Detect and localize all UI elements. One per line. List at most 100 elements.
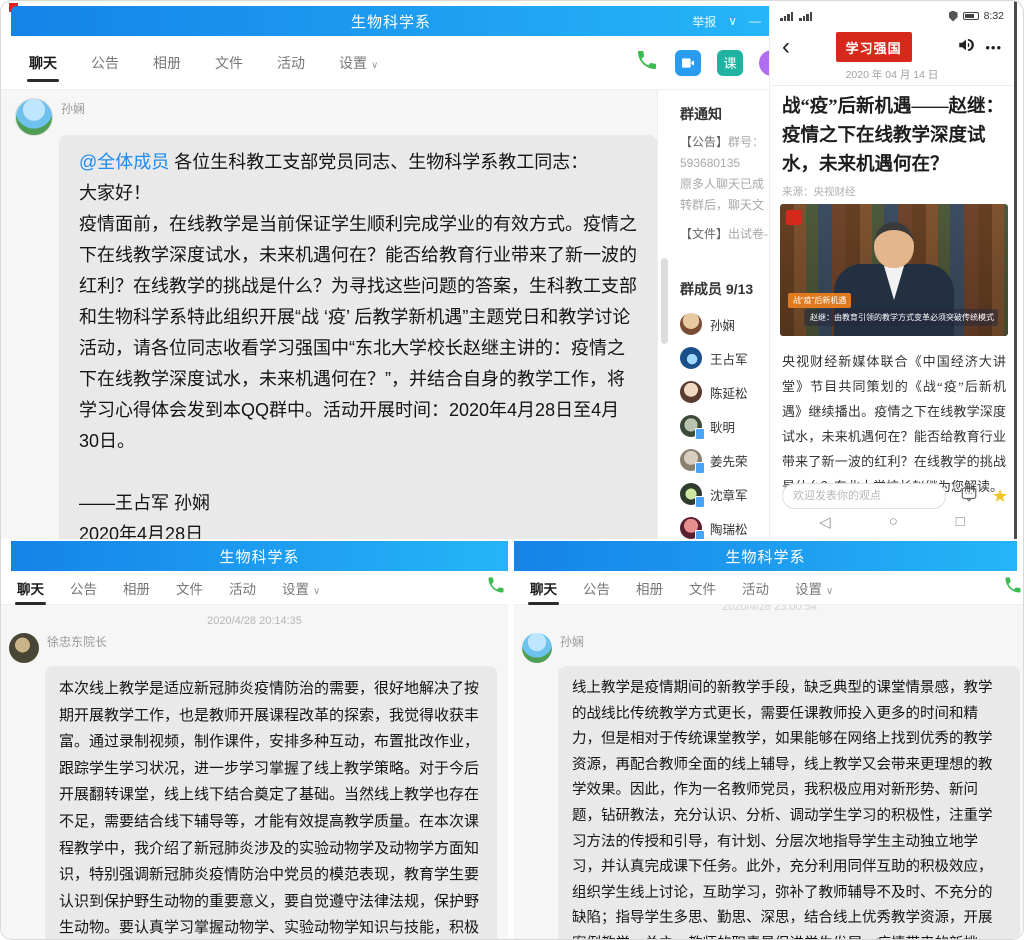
avatar [680,347,702,369]
tab-album[interactable]: 相册 [121,572,152,604]
article-source: 来源：央视财经 [782,184,856,199]
mention-link[interactable]: @全体成员 [79,152,169,172]
avatar [680,483,702,505]
tab-chat[interactable]: 聊天 [15,572,46,604]
member-row[interactable]: 陈延松 [680,375,771,409]
tab-settings[interactable]: 设置∨ [337,45,380,81]
qq-group-window-right: 生物科学系 聊天 公告 相册 文件 活动 设置∨ 2020/4/28 23:00… [514,539,1024,940]
xuexi-app-screenshot: 8:32 ‹ 学习强国 ••• 2020 年 04 月 14 日 战“疫”后新机… [769,1,1017,539]
tab-announcement[interactable]: 公告 [89,45,121,81]
blank-line [79,457,637,488]
program-logo [786,210,801,225]
tab-album[interactable]: 相册 [634,572,665,604]
tab-files[interactable]: 文件 [213,45,245,81]
xuexi-logo: 学习强国 [836,32,912,62]
tab-activity[interactable]: 活动 [227,572,258,604]
members-header: 群成员 9/13 [680,279,771,299]
message-bubble: 本次线上教学是适应新冠肺炎疫情防治的需要，很好地解决了按期开展教学工作，也是教师… [45,666,497,940]
shield-icon [949,11,958,22]
tab-files[interactable]: 文件 [174,572,205,604]
nav-recents-icon[interactable]: □ [956,513,965,531]
sender-name: 徐忠东院长 [47,633,497,650]
video-thumbnail[interactable]: 战“疫”后新机遇 赵继：由教育引领的教学方式变革必须突破传统模式 [780,204,1008,336]
message-group-notice: 孙娴 @全体成员 各位生科教工支部党员同志、生物科学系教工同志： 大家好！ 疫情… [15,98,657,539]
tab-album[interactable]: 相册 [151,45,183,81]
notice-announcement[interactable]: 【公告】群号： [680,132,771,153]
tab-activity[interactable]: 活动 [740,572,771,604]
chat-area: 2020/4/28 20:14:35 徐忠东院长 本次线上教学是适应新冠肺炎疫情… [1,605,508,940]
voice-call-icon[interactable] [486,575,506,600]
group-notice-header: 群通知 [680,104,771,124]
android-nav-bar: ◁ ○ □ [770,513,1014,531]
member-row[interactable]: 沈章军 [680,477,771,511]
favorite-star-icon[interactable]: ★ [992,487,1008,505]
avatar[interactable] [522,633,552,663]
tab-files[interactable]: 文件 [687,572,718,604]
speaker-portrait [874,222,914,268]
class-icon[interactable]: 课 [717,50,743,76]
avatar[interactable] [9,633,39,663]
message-date: 2020年4月28日 [79,519,637,539]
more-options-icon[interactable]: ••• [985,40,1002,55]
titlebar: 生物科学系 举报 ∨ — [11,6,771,36]
tab-settings[interactable]: 设置∨ [280,572,322,604]
notice-text: 原多人聊天已成 [680,174,771,195]
back-icon[interactable]: ‹ [782,35,790,59]
notice-text: 转群后，聊天文 [680,195,771,216]
tab-chat[interactable]: 聊天 [27,45,59,81]
window-title: 生物科学系 [725,546,805,567]
mobile-online-icon [695,428,705,440]
divider [770,85,1014,86]
video-subtitle: 赵继：由教育引领的教学方式变革必须突破传统模式 [804,309,998,326]
tab-activity[interactable]: 活动 [275,45,307,81]
member-row[interactable]: 耿明 [680,409,771,443]
chat-area: 2020/4/28 23:00:54 孙娴 线上教学是疫情期间的新教学手段，缺乏… [514,605,1024,940]
group-sidebar: 群通知 【公告】群号： 593680135 原多人聊天已成 转群后，聊天文 【文… [657,90,771,539]
nav-home-icon[interactable]: ○ [889,513,898,531]
video-call-icon[interactable] [675,50,701,76]
minimize-button[interactable]: — [749,14,761,28]
chevron-down-icon[interactable]: ∨ [728,14,737,28]
chevron-down-icon: ∨ [826,586,833,597]
comment-bar: ★ [770,481,1014,511]
scrollbar[interactable] [661,258,668,344]
message: 孙娴 线上教学是疫情期间的新教学手段，缺乏典型的课堂情景感，教学的战线比传统教学… [522,633,1020,940]
tabbar: 聊天 公告 相册 文件 活动 设置∨ [1,571,508,605]
notice-file[interactable]: 【文件】出试卷- [680,224,771,245]
member-row[interactable]: 孙娴 [680,307,771,341]
sender-name: 孙娴 [560,633,1020,650]
battery-icon [963,12,979,20]
clock: 8:32 [984,10,1004,22]
message-bubble: @全体成员 各位生科教工支部党员同志、生物科学系教工同志： 大家好！ 疫情面前，… [59,135,657,539]
tab-chat[interactable]: 聊天 [528,572,559,604]
member-row[interactable]: 姜先荣 [680,443,771,477]
message-text: 疫情面前，在线教学是当前保证学生顺利完成学业的有效方式。疫情之下在线教学深度试水… [79,209,637,457]
comment-input[interactable] [782,483,946,509]
phone-status-bar: 8:32 [770,7,1014,25]
speaker-icon[interactable] [957,36,985,59]
qq-group-window-left: 生物科学系 聊天 公告 相册 文件 活动 设置∨ 2020/4/28 20:14… [1,539,508,940]
tab-announcement[interactable]: 公告 [68,572,99,604]
message-text: 大家好！ [79,178,637,209]
avatar[interactable] [15,98,53,136]
tab-settings[interactable]: 设置∨ [793,572,835,604]
chat-area: 孙娴 @全体成员 各位生科教工支部党员同志、生物科学系教工同志： 大家好！ 疫情… [1,90,657,539]
article-body: 央视财经新媒体联合《中国经济大讲堂》节目共同策划的《战“疫”后新机遇》继续播出。… [782,349,1006,499]
avatar [680,381,702,403]
comment-icon[interactable] [960,485,978,508]
message-timestamp: 2020/4/28 20:14:35 [1,615,508,627]
report-button[interactable]: 举报 [692,13,716,30]
sender-name: 孙娴 [61,100,657,117]
chevron-down-icon: ∨ [371,60,378,71]
avatar [680,517,702,539]
video-title-badge: 战“疫”后新机遇 [788,293,851,308]
tab-announcement[interactable]: 公告 [581,572,612,604]
nav-back-icon[interactable]: ◁ [819,513,831,531]
message-bubble: 线上教学是疫情期间的新教学手段，缺乏典型的课堂情景感，教学的战线比传统教学方式更… [558,666,1020,940]
message: 徐忠东院长 本次线上教学是适应新冠肺炎疫情防治的需要，很好地解决了按期开展教学工… [9,633,497,940]
voice-call-icon[interactable] [1003,575,1023,600]
voice-call-icon[interactable] [635,48,659,77]
mobile-online-icon [695,462,705,474]
window-title: 生物科学系 [219,546,299,567]
member-row[interactable]: 王占军 [680,341,771,375]
